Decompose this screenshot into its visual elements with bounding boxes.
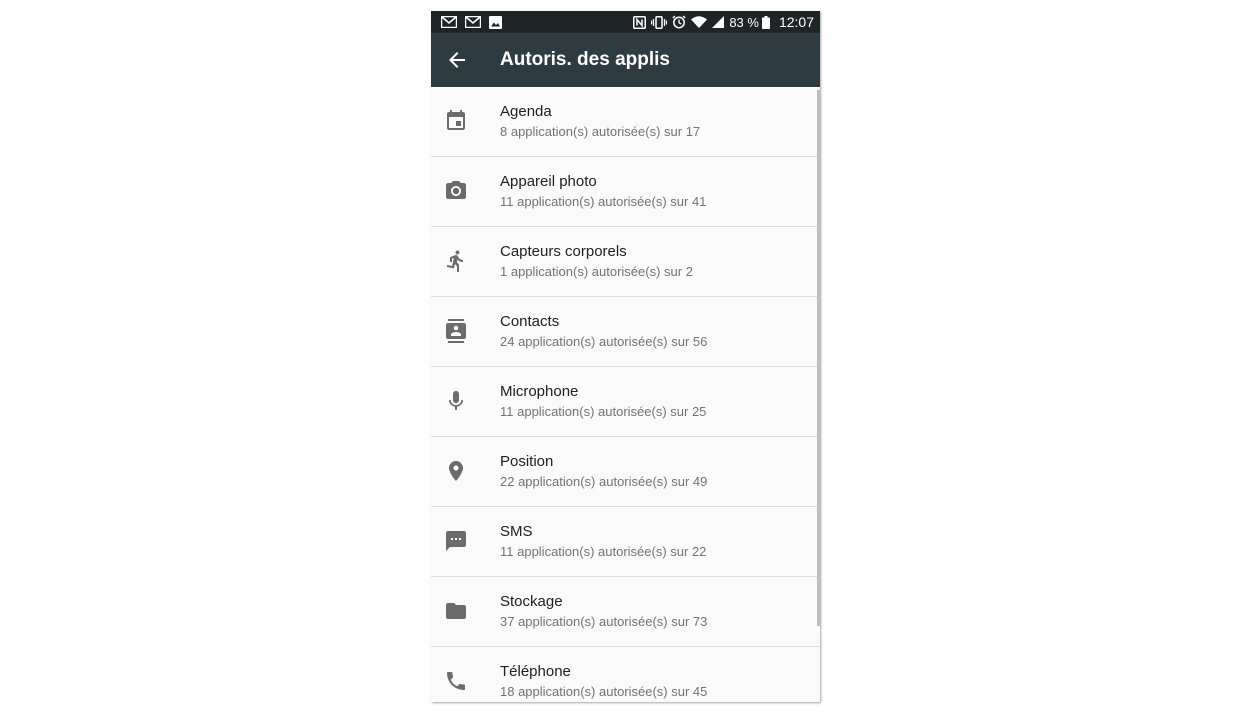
permission-subtitle: 11 application(s) autorisée(s) sur 41: [500, 194, 707, 209]
permission-item-agenda[interactable]: Agenda 8 application(s) autorisée(s) sur…: [431, 87, 820, 157]
running-icon: [444, 249, 468, 273]
phone-icon: [444, 669, 468, 693]
permission-item-contacts[interactable]: Contacts 24 application(s) autorisée(s) …: [431, 297, 820, 367]
permission-title: Appareil photo: [500, 173, 597, 190]
folder-icon: [444, 599, 468, 623]
permission-title: Téléphone: [500, 663, 571, 680]
permission-subtitle: 11 application(s) autorisée(s) sur 22: [500, 544, 707, 559]
gmail-icon: [465, 16, 481, 28]
permission-title: Agenda: [500, 103, 552, 120]
permission-title: Microphone: [500, 383, 579, 400]
wifi-icon: [691, 16, 708, 28]
permission-subtitle: 37 application(s) autorisée(s) sur 73: [500, 614, 708, 629]
permission-item-position[interactable]: Position 22 application(s) autorisée(s) …: [431, 437, 820, 507]
location-pin-icon: [444, 459, 468, 483]
page-title: Autoris. des applis: [500, 49, 670, 70]
battery-percentage: 83 %: [729, 14, 759, 30]
permission-title: Stockage: [500, 593, 563, 610]
status-system-icons: 83 % 12:07: [633, 11, 814, 33]
signal-icon: [712, 16, 725, 28]
permission-subtitle: 22 application(s) autorisée(s) sur 49: [500, 474, 708, 489]
back-button[interactable]: [445, 48, 469, 72]
permission-subtitle: 1 application(s) autorisée(s) sur 2: [500, 264, 693, 279]
list-scrollbar[interactable]: [817, 90, 820, 626]
clock: 12:07: [778, 14, 814, 30]
permission-subtitle: 18 application(s) autorisée(s) sur 45: [500, 684, 708, 699]
status-notifications: [441, 11, 502, 33]
permissions-list: Agenda 8 application(s) autorisée(s) sur…: [431, 87, 820, 702]
permission-title: Position: [500, 453, 554, 470]
calendar-icon: [444, 109, 468, 133]
phone-screen: 83 % 12:07 Autoris. des applis Agenda 8 …: [431, 11, 820, 702]
permission-item-sms[interactable]: SMS 11 application(s) autorisée(s) sur 2…: [431, 507, 820, 577]
permission-item-capteurs-corporels[interactable]: Capteurs corporels 1 application(s) auto…: [431, 227, 820, 297]
permission-item-stockage[interactable]: Stockage 37 application(s) autorisée(s) …: [431, 577, 820, 647]
permission-title: Contacts: [500, 313, 560, 330]
microphone-icon: [444, 389, 468, 413]
permission-title: Capteurs corporels: [500, 243, 627, 260]
image-icon: [489, 15, 502, 29]
permission-subtitle: 8 application(s) autorisée(s) sur 17: [500, 124, 701, 139]
permission-item-telephone[interactable]: Téléphone 18 application(s) autorisée(s)…: [431, 647, 820, 702]
permission-subtitle: 24 application(s) autorisée(s) sur 56: [500, 334, 708, 349]
camera-icon: [444, 179, 468, 203]
nfc-icon: [633, 15, 647, 29]
permission-item-microphone[interactable]: Microphone 11 application(s) autorisée(s…: [431, 367, 820, 437]
alarm-icon: [672, 15, 686, 29]
gmail-icon: [441, 16, 457, 28]
permission-title: SMS: [500, 523, 533, 540]
permission-subtitle: 11 application(s) autorisée(s) sur 25: [500, 404, 707, 419]
arrow-back-icon[interactable]: [445, 48, 469, 72]
sms-icon: [444, 529, 468, 553]
permission-item-appareil-photo[interactable]: Appareil photo 11 application(s) autoris…: [431, 157, 820, 227]
status-bar: 83 % 12:07: [431, 11, 820, 33]
app-bar: Autoris. des applis: [431, 33, 820, 87]
battery-icon: [761, 15, 770, 29]
contacts-icon: [444, 319, 468, 343]
vibrate-icon: [651, 15, 668, 29]
